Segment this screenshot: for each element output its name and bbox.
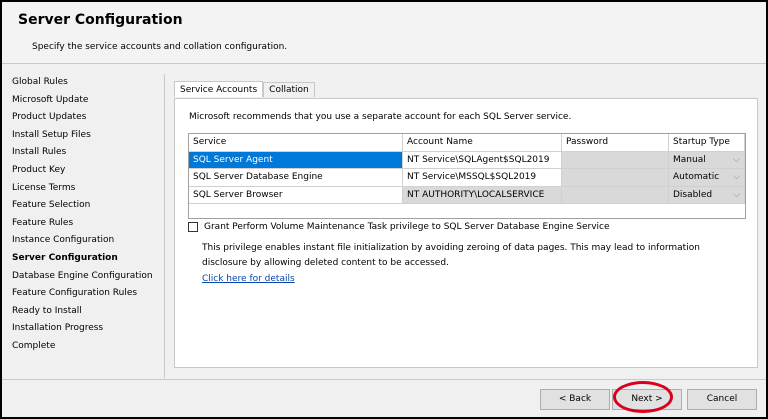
service-cell[interactable]: SQL Server Browser bbox=[189, 186, 403, 203]
nav-step-active[interactable]: Server Configuration bbox=[2, 250, 164, 268]
table-row: SQL Server Database Engine NT Service\MS… bbox=[189, 169, 745, 187]
column-header-account: Account Name bbox=[403, 134, 562, 151]
grant-privilege-checkbox-row[interactable]: Grant Perform Volume Maintenance Task pr… bbox=[188, 222, 610, 232]
nav-step[interactable]: Microsoft Update bbox=[2, 92, 164, 110]
nav-step[interactable]: Product Updates bbox=[2, 109, 164, 127]
chevron-down-icon: ⌵ bbox=[733, 189, 740, 200]
recommendation-text: Microsoft recommends that you use a sepa… bbox=[189, 112, 572, 122]
nav-step[interactable]: Instance Configuration bbox=[2, 232, 164, 250]
startup-type-select[interactable]: Manual ⌵ bbox=[669, 151, 745, 168]
cancel-button[interactable]: Cancel bbox=[687, 389, 757, 410]
page-subtitle: Specify the service accounts and collati… bbox=[32, 42, 288, 52]
startup-type-select[interactable]: Disabled ⌵ bbox=[669, 186, 745, 203]
password-input bbox=[562, 186, 669, 203]
grant-privilege-label[interactable]: Grant Perform Volume Maintenance Task pr… bbox=[204, 222, 610, 232]
account-name-input[interactable]: NT Service\SQLAgent$SQL2019 bbox=[403, 151, 562, 168]
service-accounts-panel: Microsoft recommends that you use a sepa… bbox=[174, 98, 758, 368]
service-cell[interactable]: SQL Server Database Engine bbox=[189, 169, 403, 186]
grant-privilege-checkbox[interactable] bbox=[188, 222, 198, 232]
nav-step: Feature Configuration Rules bbox=[12, 288, 138, 299]
nav-step[interactable]: License Terms bbox=[2, 180, 164, 198]
startup-header-label: Startup Type bbox=[673, 137, 730, 147]
service-cell[interactable]: SQL Server Agent bbox=[189, 151, 403, 168]
privilege-info-text: This privilege enables instant file init… bbox=[202, 243, 700, 268]
back-button[interactable]: < Back bbox=[540, 389, 610, 410]
grid-header: Service Account Name Password Startup Ty… bbox=[189, 134, 745, 152]
nav-step[interactable]: Product Key bbox=[2, 162, 164, 180]
nav-step: Database Engine Configuration bbox=[12, 270, 153, 281]
chevron-down-icon: ⌵ bbox=[733, 154, 740, 165]
startup-type-select[interactable]: Automatic ⌵ bbox=[669, 169, 745, 186]
startup-type-value: Disabled bbox=[673, 189, 713, 200]
service-accounts-grid: Service Account Name Password Startup Ty… bbox=[188, 133, 746, 219]
nav-step: Complete bbox=[12, 340, 56, 351]
tab-service-accounts[interactable]: Service Accounts bbox=[174, 81, 264, 97]
nav-step[interactable]: Global Rules bbox=[2, 74, 164, 92]
nav-step[interactable]: Install Setup Files bbox=[2, 127, 164, 145]
tab-bar: Service Accounts Collation bbox=[174, 81, 315, 97]
nav-step: Installation Progress bbox=[12, 323, 104, 334]
table-row: SQL Server Browser NT AUTHORITY\LOCALSER… bbox=[189, 186, 745, 204]
chevron-down-icon: ⌵ bbox=[733, 172, 740, 182]
nav-step[interactable]: Feature Rules bbox=[2, 215, 164, 233]
account-name-input: NT AUTHORITY\LOCALSERVICE bbox=[403, 186, 562, 203]
tab-collation[interactable]: Collation bbox=[263, 82, 315, 97]
nav-step: Ready to Install bbox=[12, 305, 82, 316]
password-input[interactable] bbox=[562, 169, 669, 186]
column-header-password: Password bbox=[562, 134, 669, 151]
nav-step[interactable]: Install Rules bbox=[2, 144, 164, 162]
details-link[interactable]: Click here for details bbox=[202, 274, 295, 284]
password-input[interactable] bbox=[562, 151, 669, 168]
startup-type-value: Manual bbox=[673, 154, 706, 165]
grid-empty-area bbox=[189, 204, 745, 218]
column-header-startup: Startup Type bbox=[669, 134, 745, 151]
wizard-steps-nav: Global Rules Microsoft Update Product Up… bbox=[2, 74, 165, 378]
header: Server Configuration Specify the service… bbox=[2, 2, 766, 64]
nav-step[interactable]: Feature Selection bbox=[2, 197, 164, 215]
account-name-input[interactable]: NT Service\MSSQL$SQL2019 bbox=[403, 169, 562, 186]
table-row: SQL Server Agent NT Service\SQLAgent$SQL… bbox=[189, 151, 745, 169]
annotation-circle bbox=[613, 381, 673, 413]
page-title: Server Configuration bbox=[18, 12, 183, 28]
column-header-service: Service bbox=[189, 134, 403, 151]
startup-type-value: Automatic bbox=[673, 172, 720, 182]
